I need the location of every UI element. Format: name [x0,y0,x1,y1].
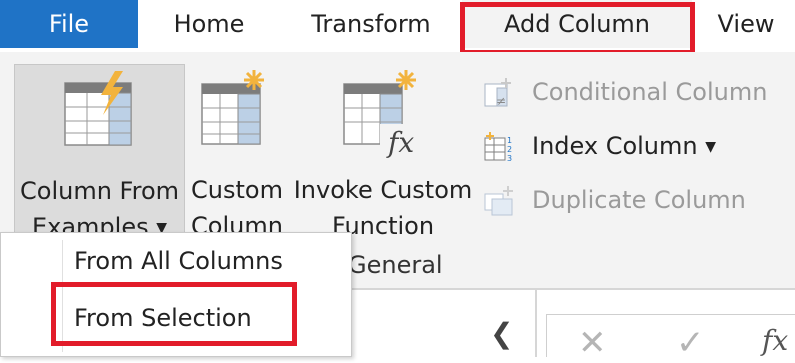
svg-text:2: 2 [507,145,512,154]
conditional-column-label: Conditional Column [532,78,768,106]
index-column-button[interactable]: 1 2 3 Index Column ▼ [484,126,744,166]
invoke-custom-function-button[interactable]: fx Invoke Custom Function [290,64,476,242]
tab-transform[interactable]: Transform [296,0,446,48]
duplicate-column-icon [484,186,516,216]
highlight-box-from-selection [51,282,297,346]
svg-text:3: 3 [507,154,512,162]
index-column-label-row: Index Column ▼ [532,126,716,167]
index-column-label: Index Column [532,132,698,160]
menu-item-from-all-columns[interactable]: From All Columns [74,243,283,279]
chevron-down-icon: ▼ [705,139,717,155]
svg-text:≠: ≠ [496,94,506,108]
pane-divider [535,290,537,357]
cancel-icon[interactable]: ✕ [578,326,607,360]
custom-column-icon [200,70,276,156]
fx-icon[interactable]: fx [762,326,788,356]
index-column-icon: 1 2 3 [484,132,516,163]
column-from-examples-line1: Column From [20,177,179,205]
highlight-box-add-column [460,2,695,55]
collapse-pane-icon[interactable]: ❮ [490,320,513,348]
invoke-custom-function-line1: Invoke Custom [293,176,473,204]
ribbon-group-label-general: General [348,251,443,279]
conditional-column-button[interactable]: ≠ Conditional Column [484,72,784,112]
custom-column-button[interactable]: Custom Column [188,64,286,242]
duplicate-column-button[interactable]: Duplicate Column [484,180,764,220]
svg-text:fx: fx [386,126,414,159]
tab-view[interactable]: View [700,0,792,48]
tab-file[interactable]: File [0,0,138,48]
duplicate-column-label: Duplicate Column [532,186,746,214]
column-from-examples-icon [63,71,143,157]
conditional-column-icon: ≠ [484,78,516,108]
column-from-examples-button[interactable]: Column From Examples ▼ [14,64,185,242]
invoke-function-icon: fx [342,70,426,170]
commit-icon[interactable]: ✓ [676,326,705,360]
svg-text:1: 1 [507,136,512,145]
custom-column-line1: Custom [191,176,283,204]
tab-home[interactable]: Home [150,0,268,48]
